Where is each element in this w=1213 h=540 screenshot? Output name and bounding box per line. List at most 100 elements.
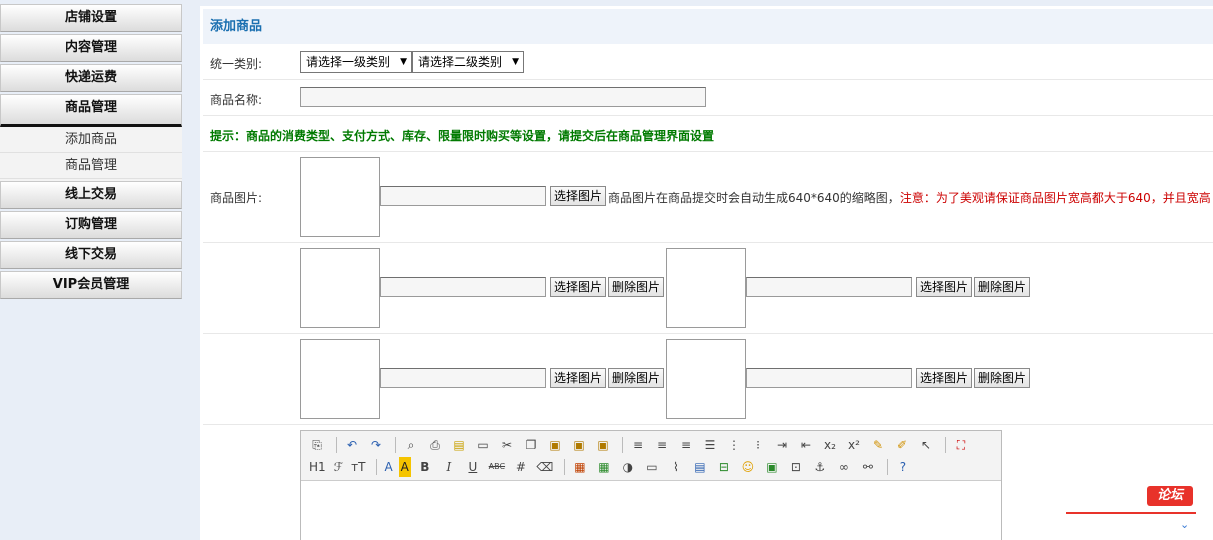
eraser-icon[interactable]: ⌫: [535, 457, 555, 477]
font-color-button[interactable]: A: [382, 457, 394, 477]
image-note: 商品图片在商品提交时会自动生成640*640的缩略图，注意：为了美观请保证商品图…: [608, 189, 1211, 206]
editor-content-area[interactable]: [301, 481, 1001, 540]
fullscreen-icon[interactable]: ⛶: [951, 435, 971, 455]
strike-button[interactable]: ABC: [487, 457, 507, 477]
cursor-icon[interactable]: ↖: [916, 435, 936, 455]
paste-word-icon[interactable]: ▣: [593, 435, 613, 455]
sidebar-item-online-trade[interactable]: 线上交易: [0, 181, 182, 209]
choose-image-button-1[interactable]: 选择图片: [550, 186, 607, 206]
justify-icon[interactable]: ☰: [700, 435, 720, 455]
paste-icon[interactable]: ▣: [545, 435, 565, 455]
category-level2-select[interactable]: 请选择二级类别 ▼: [412, 51, 524, 73]
preview-icon[interactable]: ⌕: [401, 435, 421, 455]
delete-image-button-3[interactable]: 删除图片: [974, 277, 1031, 297]
image-path-input-2[interactable]: [380, 277, 546, 297]
image-path-input-1[interactable]: [380, 186, 546, 206]
link-icon[interactable]: ∞: [834, 457, 854, 477]
italic-button[interactable]: I: [439, 457, 459, 477]
submenu-item-product-manage[interactable]: 商品管理: [0, 153, 182, 179]
unordered-list-icon[interactable]: ⁝: [748, 435, 768, 455]
submenu-item-add-product[interactable]: 添加商品: [0, 127, 182, 153]
divider: [203, 242, 1213, 243]
highlight-button[interactable]: A: [398, 457, 411, 477]
category-label: 统一类别:: [210, 57, 263, 71]
sidebar-item-vip[interactable]: VIP会员管理: [0, 271, 182, 299]
code-icon[interactable]: ▭: [473, 435, 493, 455]
map-icon[interactable]: ▣: [762, 457, 782, 477]
ordered-list-icon[interactable]: ⋮: [724, 435, 744, 455]
delete-image-button-5[interactable]: 删除图片: [974, 368, 1031, 388]
divider: [203, 151, 1213, 152]
underline-button[interactable]: U: [463, 457, 483, 477]
settings-hint: 提示：商品的消费类型、支付方式、库存、限量限时购买等设置，请提交后在商品管理界面…: [210, 129, 715, 143]
redo-icon[interactable]: ↷: [366, 435, 386, 455]
category-level1-select[interactable]: 请选择一级类别 ▼: [300, 51, 412, 73]
image-path-input-4[interactable]: [380, 368, 546, 388]
hr-icon[interactable]: ⊟: [714, 457, 734, 477]
choose-image-button-3[interactable]: 选择图片: [916, 277, 973, 297]
table-grid-icon[interactable]: #: [511, 457, 531, 477]
image-preview-2: [300, 248, 380, 328]
sidebar-item-shipping[interactable]: 快递运费: [0, 64, 182, 92]
forum-underline: [1066, 512, 1196, 514]
flash-icon[interactable]: ◑: [618, 457, 638, 477]
forum-badge[interactable]: 论坛: [1147, 486, 1193, 506]
pagebreak-icon[interactable]: ⊡: [786, 457, 806, 477]
cut-icon[interactable]: ✂: [497, 435, 517, 455]
choose-image-button-2[interactable]: 选择图片: [550, 277, 607, 297]
emoticon-icon[interactable]: ☺: [738, 457, 758, 477]
sidebar-item-content[interactable]: 内容管理: [0, 34, 182, 62]
image-preview-1: [300, 157, 380, 237]
main-panel: 添加商品 统一类别: 请选择一级类别 ▼ 请选择二级类别 ▼ 商品名称: 提示：…: [200, 0, 1213, 540]
toolbar-separator: [945, 437, 946, 453]
product-name-input[interactable]: [300, 87, 706, 107]
sidebar-item-offline-trade[interactable]: 线下交易: [0, 241, 182, 269]
indent-icon[interactable]: ⇥: [772, 435, 792, 455]
align-left-icon[interactable]: ≡: [628, 435, 648, 455]
toolbar-separator: [336, 437, 337, 453]
outdent-icon[interactable]: ⇤: [796, 435, 816, 455]
help-icon[interactable]: ?: [893, 457, 913, 477]
align-center-icon[interactable]: ≡: [652, 435, 672, 455]
heading-button[interactable]: H1: [307, 457, 328, 477]
sidebar-item-orders[interactable]: 订购管理: [0, 211, 182, 239]
sidebar-item-products[interactable]: 商品管理: [0, 94, 182, 127]
image-path-input-3[interactable]: [746, 277, 912, 297]
select-all-icon[interactable]: ✐: [892, 435, 912, 455]
font-size-button[interactable]: тT: [349, 457, 367, 477]
image-icon[interactable]: ▦: [570, 457, 590, 477]
multi-image-icon[interactable]: ▦: [594, 457, 614, 477]
copy-icon[interactable]: ❐: [521, 435, 541, 455]
attachment-icon[interactable]: ⌇: [666, 457, 686, 477]
page-title: 添加商品: [203, 9, 1213, 44]
anchor-icon[interactable]: ⚓: [810, 457, 830, 477]
rich-text-editor: ⎘ ↶ ↷ ⌕ ⎙ ▤ ▭ ✂ ❐ ▣ ▣ ▣ ≡ ≡ ≡ ☰ ⋮ ⁝ ⇥ ⇤ …: [300, 430, 1002, 540]
clear-format-icon[interactable]: ✎: [868, 435, 888, 455]
category-level2-value: 请选择二级类别: [418, 55, 503, 69]
print-icon[interactable]: ⎙: [425, 435, 445, 455]
superscript-icon[interactable]: x²: [844, 435, 864, 455]
unlink-icon[interactable]: ⚯: [858, 457, 878, 477]
sidebar-submenu: 添加商品 商品管理: [0, 127, 182, 181]
image-path-input-5[interactable]: [746, 368, 912, 388]
toolbar-separator: [622, 437, 623, 453]
choose-image-button-4[interactable]: 选择图片: [550, 368, 607, 388]
source-icon[interactable]: ⎘: [307, 435, 327, 455]
dropdown-chevron-icon[interactable]: ⌄: [1180, 518, 1189, 531]
divider: [203, 115, 1213, 116]
template-icon[interactable]: ▤: [449, 435, 469, 455]
font-family-button[interactable]: ℱ: [332, 457, 345, 477]
delete-image-button-4[interactable]: 删除图片: [608, 368, 665, 388]
delete-image-button-2[interactable]: 删除图片: [608, 277, 665, 297]
subscript-icon[interactable]: x₂: [820, 435, 840, 455]
choose-image-button-5[interactable]: 选择图片: [916, 368, 973, 388]
sidebar-item-shop-settings[interactable]: 店铺设置: [0, 4, 182, 32]
media-icon[interactable]: ▭: [642, 457, 662, 477]
undo-icon[interactable]: ↶: [342, 435, 362, 455]
paste-text-icon[interactable]: ▣: [569, 435, 589, 455]
align-right-icon[interactable]: ≡: [676, 435, 696, 455]
table-icon[interactable]: ▤: [690, 457, 710, 477]
editor-toolbar-row-2: H1 ℱ тT A A B I U ABC # ⌫ ▦ ▦ ◑ ▭ ⌇ ▤ ⊟: [307, 456, 995, 478]
toolbar-separator: [376, 459, 378, 475]
bold-button[interactable]: B: [415, 457, 435, 477]
